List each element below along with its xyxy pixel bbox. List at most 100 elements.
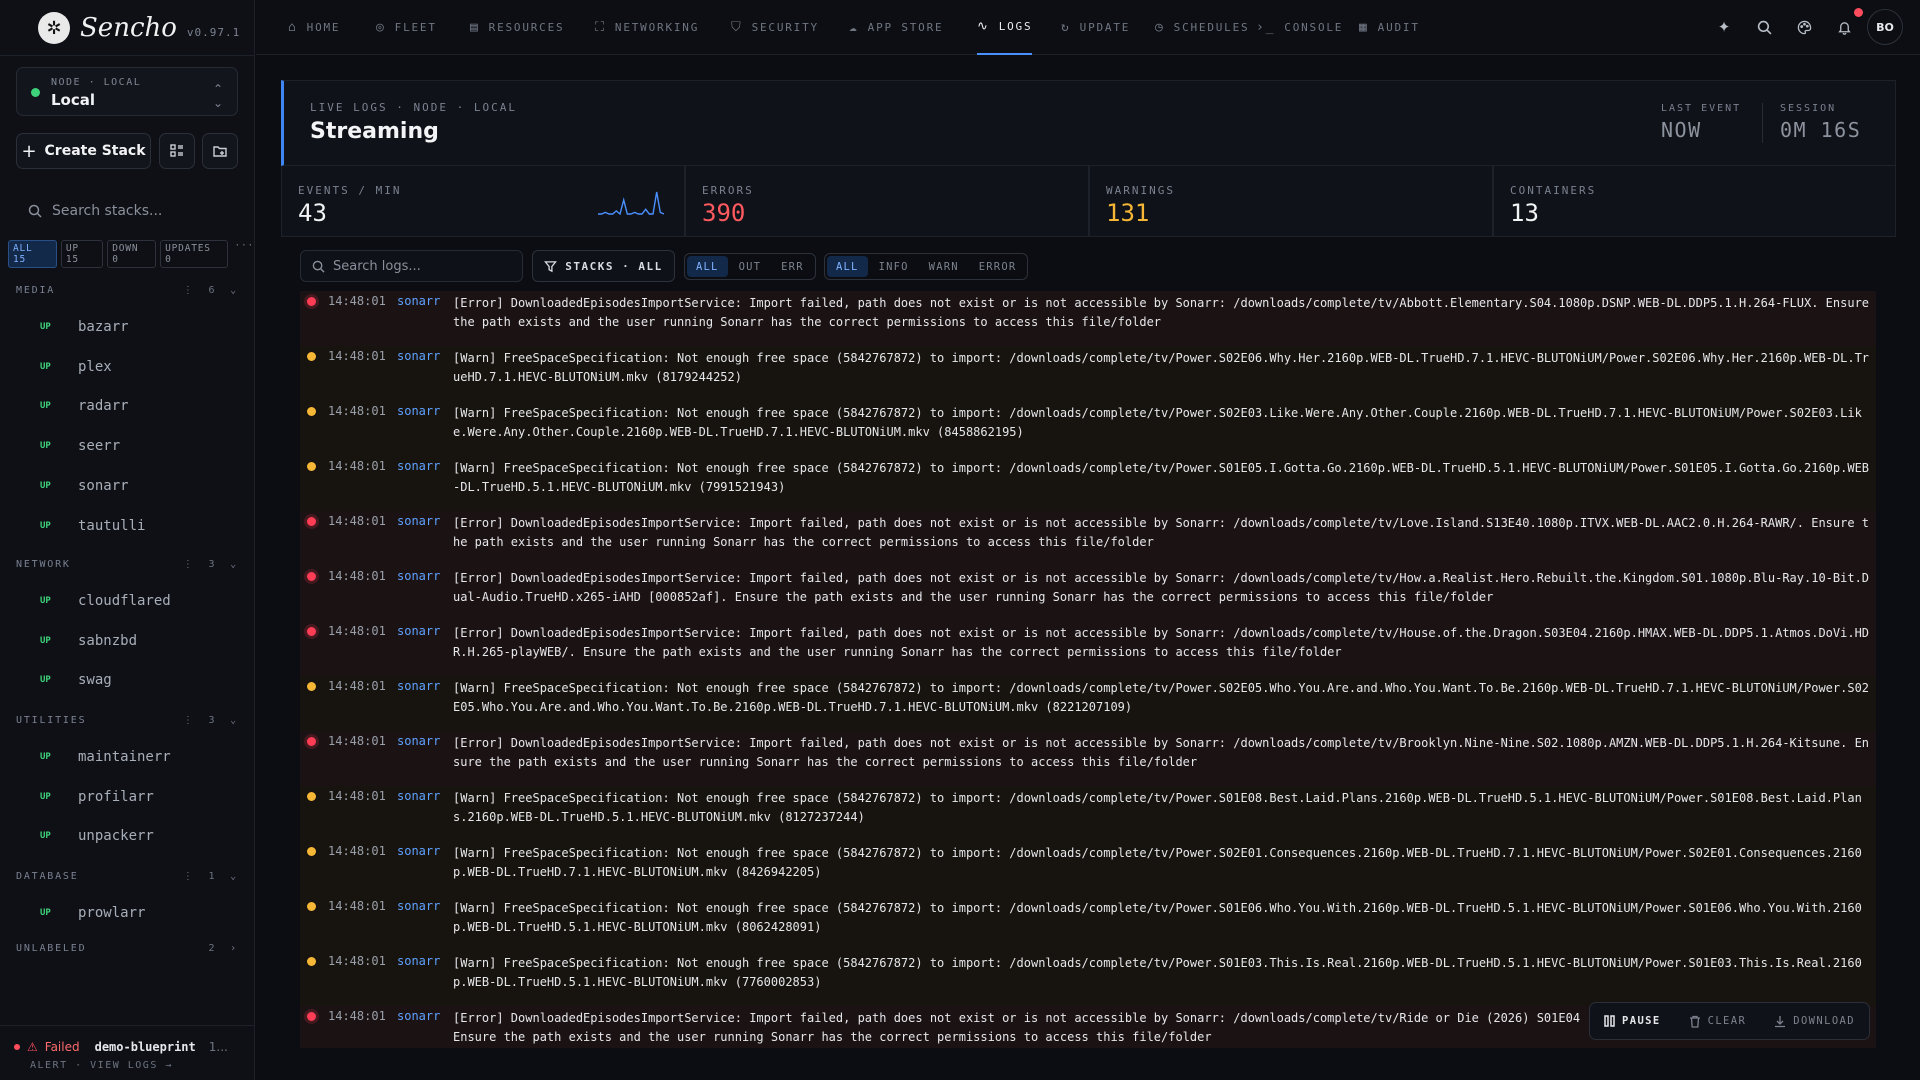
pause-button[interactable]: PAUSE <box>1604 1015 1661 1027</box>
log-row[interactable]: 14:48:01 sonarr [Error] DownloadedEpisodes… <box>300 731 1876 786</box>
stack-item-bazarr[interactable]: UP bazarr <box>40 319 129 335</box>
folder-icon <box>213 146 227 157</box>
stack-item-cloudflared[interactable]: UP cloudflared <box>40 593 171 609</box>
log-row[interactable]: 14:48:01 sonarr [Warn] FreeSpaceSpecificat… <box>300 456 1876 511</box>
log-source[interactable]: sonarr <box>397 844 440 858</box>
level-filter-error[interactable]: ERROR <box>970 256 1026 277</box>
log-source[interactable]: sonarr <box>397 1009 440 1023</box>
grid-view-button[interactable] <box>159 133 195 169</box>
stack-item-seerr[interactable]: UP seerr <box>40 438 120 454</box>
filters-more[interactable]: ··· <box>232 240 254 268</box>
stack-group-unlabeled: UNLABELED 2 › <box>16 940 238 956</box>
log-row[interactable]: 14:48:01 sonarr [Error] DownloadedEpisodes… <box>300 621 1876 676</box>
stack-item-prowlarr[interactable]: UP prowlarr <box>40 905 145 921</box>
view-logs-link[interactable]: ALERT · VIEW LOGS → <box>30 1060 173 1071</box>
stack-item-tautulli[interactable]: UP tautulli <box>40 518 145 534</box>
bell-icon[interactable] <box>1834 17 1854 37</box>
stacks-filter-button[interactable]: STACKS · ALL <box>532 250 675 282</box>
header-kicker: LIVE LOGS · NODE · LOCAL <box>310 101 517 114</box>
log-source[interactable]: sonarr <box>397 899 440 913</box>
nav-app-store[interactable]: ☁ APP STORE <box>849 0 943 55</box>
level-filter-info[interactable]: INFO <box>870 256 918 277</box>
stack-item-sabnzbd[interactable]: UP sabnzbd <box>40 633 137 649</box>
clear-button[interactable]: CLEAR <box>1689 1015 1747 1028</box>
log-row[interactable]: 14:48:01 sonarr [Warn] FreeSpaceSpecificat… <box>300 896 1876 951</box>
group-header[interactable]: UNLABELED 2 › <box>16 940 238 956</box>
nav-networking[interactable]: ⛶ NETWORKING <box>595 0 699 55</box>
nav-fleet[interactable]: ◎ FLEET <box>376 0 437 55</box>
nav-schedules[interactable]: ◷ SCHEDULES <box>1155 0 1249 55</box>
log-source[interactable]: sonarr <box>397 734 440 748</box>
stack-item-unpackerr[interactable]: UP unpackerr <box>40 828 154 844</box>
stream-filter-out[interactable]: OUT <box>730 256 771 277</box>
stack-item-sonarr[interactable]: UP sonarr <box>40 478 129 494</box>
nav-console[interactable]: ›_ CONSOLE <box>1256 0 1343 55</box>
log-search-input[interactable]: Search logs... <box>300 250 523 282</box>
filter-updates[interactable]: UPDATES 0 <box>160 240 229 268</box>
log-row[interactable]: 14:48:01 sonarr [Warn] FreeSpaceSpecificat… <box>300 841 1876 896</box>
create-stack-button[interactable]: + Create Stack <box>16 133 151 169</box>
nav-logs[interactable]: ∿ LOGS <box>977 0 1033 55</box>
stream-filter-all[interactable]: ALL <box>687 256 728 277</box>
more-icon[interactable]: ⋮ <box>183 559 203 570</box>
log-row[interactable]: 14:48:01 sonarr [Error] DownloadedEpisodes… <box>300 511 1876 566</box>
group-count: 2 › <box>209 943 238 954</box>
stack-search-input[interactable]: Search stacks... <box>16 196 238 226</box>
avatar[interactable]: BO <box>1867 9 1903 45</box>
log-source[interactable]: sonarr <box>397 789 440 803</box>
log-row[interactable]: 14:48:01 sonarr [Warn] FreeSpaceSpecificat… <box>300 786 1876 841</box>
log-source[interactable]: sonarr <box>397 954 440 968</box>
log-level-dot <box>307 737 316 746</box>
filter-up[interactable]: UP 15 <box>60 240 104 268</box>
group-header[interactable]: DATABASE ⋮ 1 ⌄ <box>16 868 238 884</box>
group-header[interactable]: NETWORK ⋮ 3 ⌄ <box>16 556 238 572</box>
log-source[interactable]: sonarr <box>397 404 440 418</box>
group-header[interactable]: MEDIA ⋮ 6 ⌄ <box>16 282 238 298</box>
sparkle-icon[interactable]: ✦ <box>1714 17 1734 37</box>
stream-filter-err[interactable]: ERR <box>772 256 813 277</box>
search-icon[interactable] <box>1754 17 1774 37</box>
log-row[interactable]: 14:48:01 sonarr [Warn] FreeSpaceSpecificat… <box>300 676 1876 731</box>
log-row[interactable]: 14:48:01 sonarr [Warn] FreeSpaceSpecificat… <box>300 401 1876 456</box>
log-source[interactable]: sonarr <box>397 459 440 473</box>
group-header[interactable]: UTILITIES ⋮ 3 ⌄ <box>16 712 238 728</box>
log-row[interactable]: 14:48:01 sonarr [Warn] FreeSpaceSpecificat… <box>300 951 1876 1006</box>
log-list[interactable]: 14:48:01 sonarr [Error] DownloadedEpisodes… <box>300 291 1876 1048</box>
stack-item-maintainerr[interactable]: UP maintainerr <box>40 749 171 765</box>
filter-all[interactable]: ALL 15 <box>8 240 57 268</box>
log-level-dot <box>307 902 316 911</box>
log-time: 14:48:01 <box>328 459 386 473</box>
stack-item-swag[interactable]: UP swag <box>40 672 112 688</box>
stack-item-plex[interactable]: UP plex <box>40 359 112 375</box>
log-row[interactable]: 14:48:01 sonarr [Error] DownloadedEpisodes… <box>300 566 1876 621</box>
more-icon[interactable]: ⋮ <box>183 285 203 296</box>
stack-item-profilarr[interactable]: UP profilarr <box>40 789 154 805</box>
nav-resources[interactable]: ▤ RESOURCES <box>470 0 564 55</box>
level-filter-all[interactable]: ALL <box>827 256 868 277</box>
log-source[interactable]: sonarr <box>397 569 440 583</box>
log-source[interactable]: sonarr <box>397 624 440 638</box>
log-row[interactable]: 14:48:01 sonarr [Error] DownloadedEpisodes… <box>300 291 1876 346</box>
alert-footer[interactable]: ⚠ Failed demo-blueprint 1... ALERT · VIE… <box>0 1025 255 1080</box>
folder-button[interactable] <box>202 133 238 169</box>
download-button[interactable]: DOWNLOAD <box>1774 1015 1855 1028</box>
stack-item-radarr[interactable]: UP radarr <box>40 398 129 414</box>
log-source[interactable]: sonarr <box>397 514 440 528</box>
log-source[interactable]: sonarr <box>397 679 440 693</box>
nav-home[interactable]: ⌂ HOME <box>288 0 340 55</box>
log-source[interactable]: sonarr <box>397 294 440 308</box>
stack-status-badge: UP <box>40 401 51 412</box>
level-filter-warn[interactable]: WARN <box>920 256 968 277</box>
stack-name: seerr <box>78 438 121 455</box>
nav-update[interactable]: ↻ UPDATE <box>1061 0 1130 55</box>
more-icon[interactable]: ⋮ <box>183 715 203 726</box>
palette-icon[interactable] <box>1794 17 1814 37</box>
brand[interactable]: ✲ Sencho v0.97.1 <box>38 10 240 46</box>
log-source[interactable]: sonarr <box>397 349 440 363</box>
filter-down[interactable]: DOWN 0 <box>107 240 157 268</box>
nav-audit[interactable]: ▦ AUDIT <box>1359 0 1420 55</box>
node-selector[interactable]: NODE · LOCAL Local ⌃ ⌄ <box>16 67 238 116</box>
log-row[interactable]: 14:48:01 sonarr [Warn] FreeSpaceSpecificat… <box>300 346 1876 401</box>
more-icon[interactable]: ⋮ <box>183 871 203 882</box>
nav-security[interactable]: ⛉ SECURITY <box>731 0 819 55</box>
